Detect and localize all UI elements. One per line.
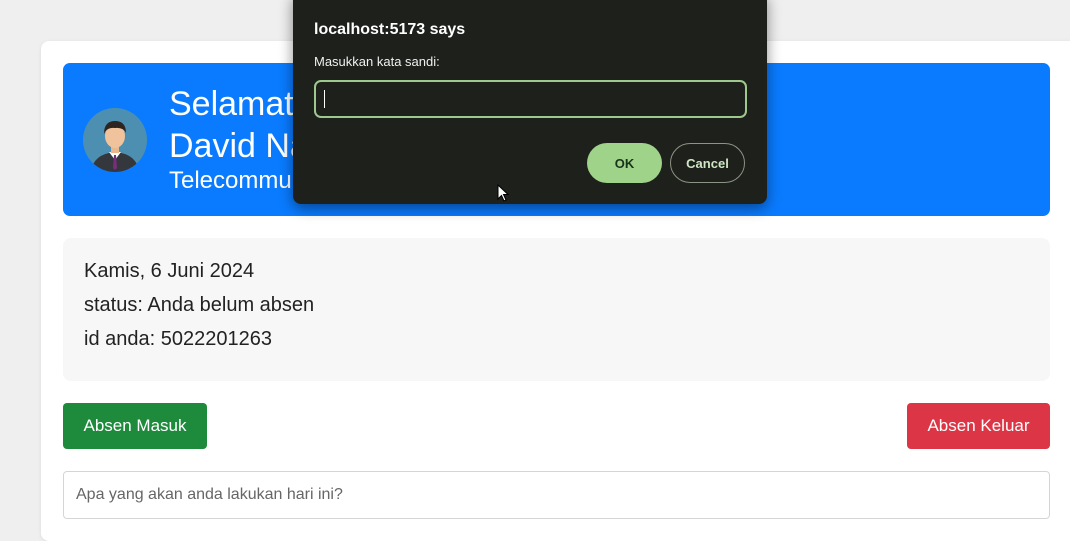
current-date: Kamis, 6 Juni 2024	[84, 260, 255, 282]
text-caret	[324, 90, 325, 108]
user-role: Telecommu	[169, 167, 292, 194]
user-avatar-icon	[83, 108, 147, 172]
cancel-button[interactable]: Cancel	[670, 143, 745, 183]
ok-button[interactable]: OK	[587, 143, 662, 183]
check-out-button[interactable]: Absen Keluar	[907, 403, 1050, 449]
check-in-button[interactable]: Absen Masuk	[63, 403, 207, 449]
password-input[interactable]	[314, 80, 747, 118]
dialog-title: localhost:5173 says	[314, 21, 466, 38]
daily-plan-input[interactable]	[63, 471, 1050, 519]
user-name: David Na	[169, 127, 309, 165]
greeting-title: Selamat	[169, 85, 294, 123]
dialog-message: Masukkan kata sandi:	[314, 54, 440, 69]
user-id: id anda: 5022201263	[84, 328, 272, 350]
mouse-pointer-icon	[497, 184, 509, 202]
attendance-status: status: Anda belum absen	[84, 294, 315, 316]
